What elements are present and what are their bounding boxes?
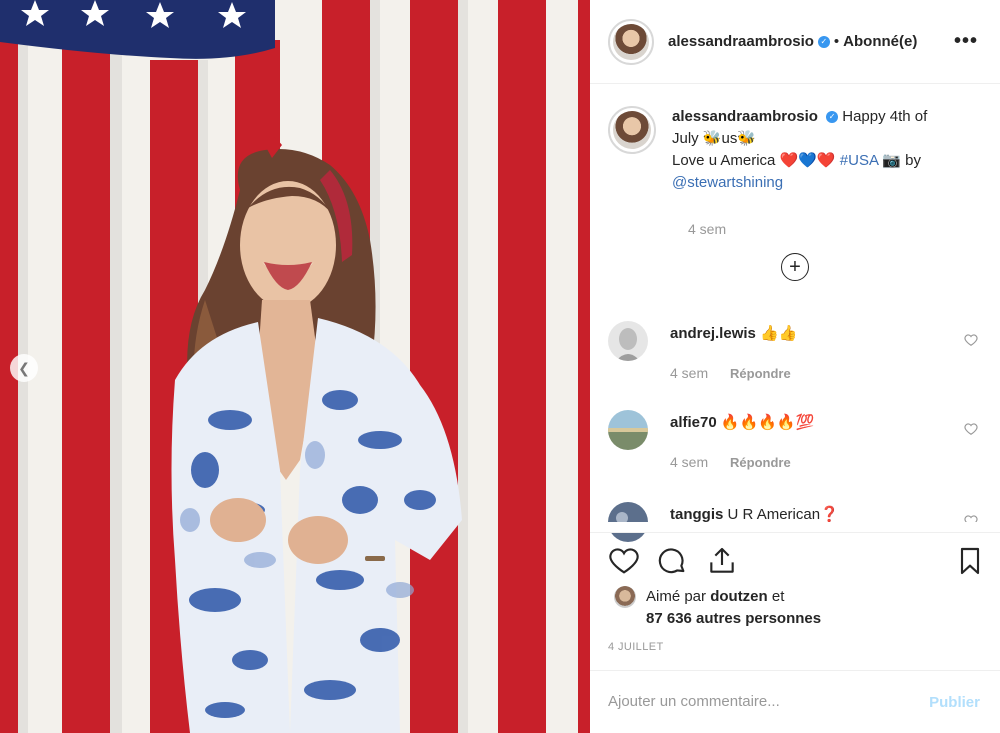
heart-icon[interactable] [608,545,640,577]
commenter-avatar[interactable] [608,321,648,361]
post-photo: ❮ [0,0,590,733]
mention-link[interactable]: @stewartshining [672,174,783,191]
comment-username[interactable]: tanggis [670,506,723,523]
separator-dot: • [833,33,840,50]
comment-like-heart-icon[interactable] [964,333,978,347]
post-side-panel: alessandraambrosio ✓ • Abonné(e) ••• ale… [590,0,1000,733]
add-comment-bar: Publier [590,670,1000,733]
liker-avatar[interactable] [614,586,636,608]
caption-line-1: Happy 4th of [842,108,928,125]
likes-prefix: Aimé par [646,588,707,605]
caption-avatar[interactable] [608,106,656,154]
verified-badge-icon: ✓ [826,111,839,124]
plus-icon: + [789,256,801,278]
bookmark-icon[interactable] [954,545,986,577]
comments-fade [590,522,1000,532]
likes-count[interactable]: 87 636 autres personnes [646,610,821,627]
caption-time[interactable]: 4 sem [688,221,726,237]
comment-input[interactable] [608,693,898,710]
comment-time[interactable]: 4 sem [670,454,708,470]
verified-badge-icon: ✓ [817,35,830,48]
author-avatar[interactable] [608,18,654,65]
reply-button[interactable]: Répondre [730,366,791,381]
comment-username[interactable]: alfie70 [670,414,717,431]
comment-meta: 4 sem Répondre [670,454,791,470]
caption-line-3: Love u America ❤️💙❤️ [672,152,836,169]
share-icon[interactable] [706,545,738,577]
caption-username[interactable]: alessandraambrosio [672,108,818,125]
comment-username[interactable]: andrej.lewis [670,325,756,342]
post-caption: alessandraambrosio ✓ Happy 4th of July 🐝… [608,106,988,237]
action-bar [590,532,1000,588]
reply-button[interactable]: Répondre [730,455,791,470]
post-date[interactable]: 4 JUILLET [608,641,664,653]
commenter-avatar[interactable] [608,410,648,450]
more-icon[interactable]: ••• [954,30,978,53]
comment-icon[interactable] [656,545,688,577]
liker-username[interactable]: doutzen [710,588,768,605]
comment-text: 🔥🔥🔥🔥💯 [720,414,815,431]
caption-avatar-image [613,111,651,149]
caption-line-2: July 🐝us🐝 [672,130,757,147]
carousel-prev-button[interactable]: ❮ [10,354,38,382]
comment-content: alfie70 🔥🔥🔥🔥💯 [670,413,814,431]
likes-summary: Aimé par doutzen et 87 636 autres person… [614,586,821,630]
comment-text: 👍👍 [760,325,798,342]
author-avatar-image [613,23,649,60]
likes-suffix: et [771,588,785,605]
comment-content: tanggis U R American❓ [670,505,839,523]
comment-like-heart-icon[interactable] [964,422,978,436]
comment-item: andrej.lewis 👍👍 4 sem Répondre [608,321,988,381]
follow-status-button[interactable]: Abonné(e) [843,33,917,50]
comment-item: alfie70 🔥🔥🔥🔥💯 4 sem Répondre [608,410,988,470]
hashtag-link[interactable]: #USA [840,152,878,169]
publish-button[interactable]: Publier [929,694,980,711]
comment-content: andrej.lewis 👍👍 [670,324,797,342]
chevron-left-icon: ❮ [18,359,30,376]
comment-meta: 4 sem Répondre [670,365,791,381]
caption-by: by [905,152,921,169]
comment-text: U R American❓ [727,506,839,523]
post-header: alessandraambrosio ✓ • Abonné(e) ••• [590,0,1000,84]
camera-emoji: 📷 [882,152,901,169]
likes-text: Aimé par doutzen et 87 636 autres person… [646,586,821,630]
comment-time[interactable]: 4 sem [670,365,708,381]
photo-illustration [0,0,590,733]
author-username[interactable]: alessandraambrosio [668,33,814,50]
load-more-comments-button[interactable]: + [781,253,809,281]
caption-text: alessandraambrosio ✓ Happy 4th of July 🐝… [672,106,972,194]
